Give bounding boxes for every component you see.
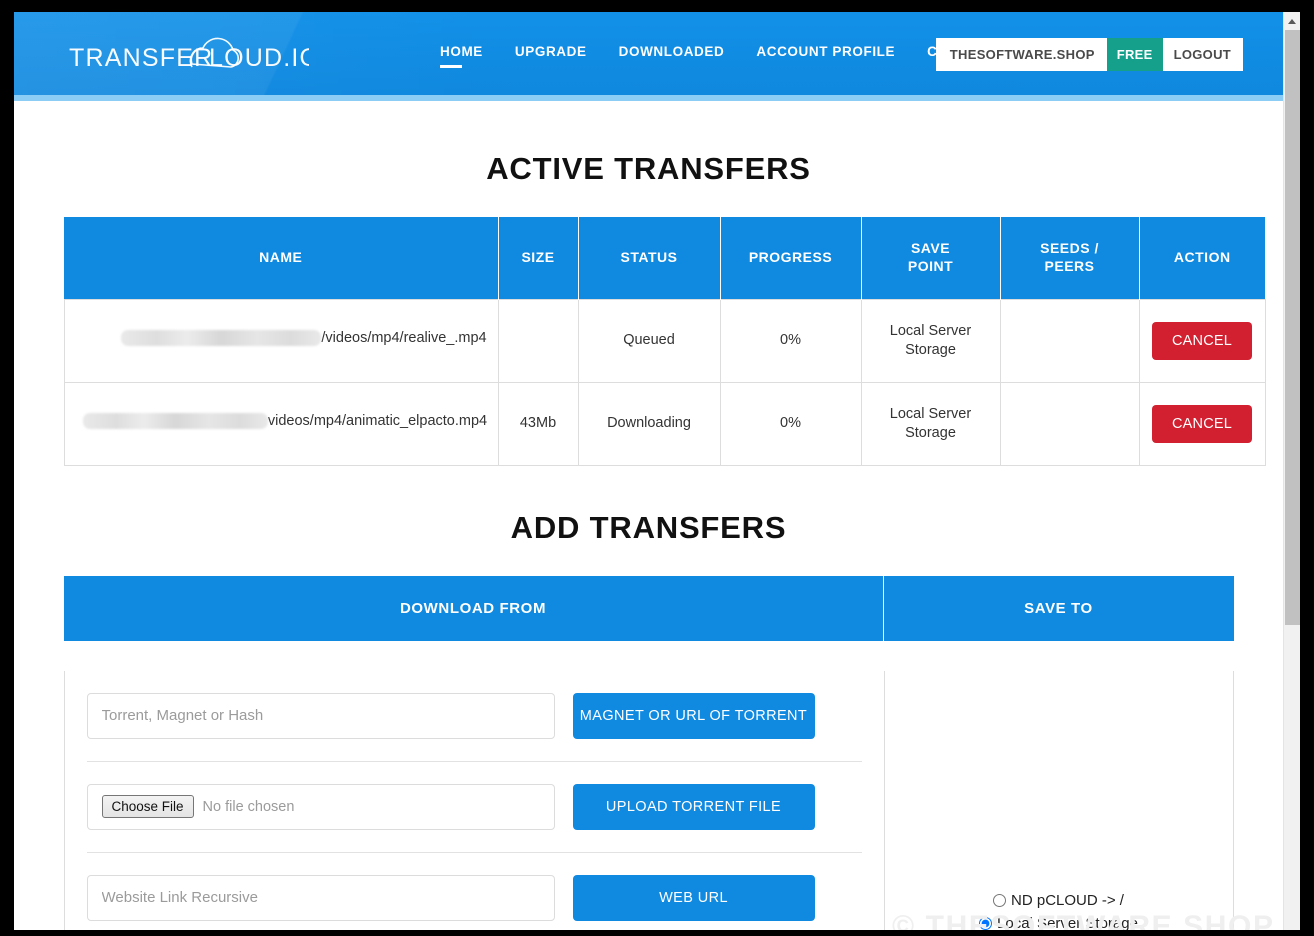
- table-row: /videos/mp4/realive_.mp4 Queued 0% Local…: [63, 298, 1266, 383]
- upload-torrent-button[interactable]: UPLOAD TORRENT FILE: [572, 783, 815, 830]
- cancel-button[interactable]: CANCEL: [1151, 404, 1253, 443]
- active-transfers-table-wrap: NAME SIZE STATUS PROGRESS SAVE POINT SEE…: [63, 217, 1266, 466]
- add-transfers-panel: MAGNET OR URL OF TORRENT Choose File No …: [63, 670, 1234, 931]
- header-accent-strip: [14, 95, 1283, 101]
- account-box: THESOFTWARE.SHOP FREE LOGOUT: [935, 38, 1243, 71]
- cell-seeds-peers: [999, 298, 1140, 383]
- browser-viewport: TRANSFER LOUD.IO HOME UPGRADE DOWNLOADED…: [14, 12, 1300, 930]
- cell-action: CANCEL: [1138, 298, 1266, 383]
- site-header: TRANSFER LOUD.IO HOME UPGRADE DOWNLOADED…: [14, 12, 1283, 95]
- website-link-input[interactable]: [86, 874, 555, 921]
- save-option-local-label: Local Server Storage: [997, 914, 1138, 931]
- redacted-path: [121, 330, 322, 347]
- transfer-name-visible: videos/mp4/animatic_elpacto.mp4: [267, 412, 488, 429]
- torrent-file-row: Choose File No file chosen UPLOAD TORREN…: [86, 762, 862, 853]
- cell-size: [497, 298, 579, 383]
- download-from-column: MAGNET OR URL OF TORRENT Choose File No …: [65, 670, 885, 931]
- save-point-line-2: POINT: [907, 257, 954, 274]
- save-to-options: ND pCLOUD -> / Local Server Storage: [885, 892, 1233, 931]
- nav-item-home[interactable]: HOME: [438, 44, 485, 71]
- cell-status: Downloading: [577, 381, 721, 466]
- seeds-peers-line-2: PEERS: [1044, 257, 1095, 274]
- cell-status: Queued: [577, 298, 721, 383]
- table-row: videos/mp4/animatic_elpacto.mp4 43Mb Dow…: [63, 381, 1266, 466]
- redacted-path: [82, 413, 268, 430]
- nav-item-downloaded[interactable]: DOWNLOADED: [617, 44, 727, 71]
- cell-save-point: Local Server Storage: [860, 298, 1001, 383]
- cell-progress: 0%: [719, 298, 862, 383]
- page-content: TRANSFER LOUD.IO HOME UPGRADE DOWNLOADED…: [14, 12, 1283, 930]
- cell-seeds-peers: [999, 381, 1140, 466]
- file-status-label: No file chosen: [202, 798, 295, 815]
- cell-action: CANCEL: [1138, 381, 1266, 466]
- active-transfers-title: ACTIVE TRANSFERS: [486, 151, 811, 186]
- magnet-submit-button[interactable]: MAGNET OR URL OF TORRENT: [572, 692, 815, 739]
- seeds-peers-line-1: SEEDS /: [1040, 240, 1099, 257]
- column-header-status: STATUS: [578, 217, 721, 299]
- save-option-local[interactable]: Local Server Storage: [979, 914, 1138, 931]
- choose-file-button[interactable]: Choose File: [101, 795, 194, 818]
- magnet-input[interactable]: [86, 692, 555, 739]
- add-transfers-panel-headers: DOWNLOAD FROM SAVE TO: [63, 575, 1234, 641]
- scrollbar-thumb[interactable]: [1285, 30, 1300, 625]
- magnet-row: MAGNET OR URL OF TORRENT: [86, 671, 862, 762]
- main-navigation: HOME UPGRADE DOWNLOADED ACCOUNT PROFILE …: [438, 44, 990, 71]
- account-name[interactable]: THESOFTWARE.SHOP: [936, 38, 1107, 71]
- save-option-pcloud-radio[interactable]: [993, 893, 1007, 907]
- cell-name: /videos/mp4/realive_.mp4: [63, 298, 499, 383]
- logout-button[interactable]: LOGOUT: [1163, 38, 1243, 71]
- save-option-pcloud-label: ND pCLOUD -> /: [1011, 891, 1124, 909]
- cancel-button[interactable]: CANCEL: [1151, 321, 1253, 360]
- download-from-header: DOWNLOAD FROM: [64, 575, 884, 641]
- table-header-row: NAME SIZE STATUS PROGRESS SAVE POINT SEE…: [64, 217, 1265, 299]
- web-url-submit-button[interactable]: WEB URL: [572, 874, 815, 921]
- save-option-pcloud[interactable]: ND pCLOUD -> /: [993, 892, 1124, 909]
- plan-badge[interactable]: FREE: [1106, 38, 1163, 71]
- column-header-action: ACTION: [1139, 217, 1265, 299]
- browser-frame: TRANSFER LOUD.IO HOME UPGRADE DOWNLOADED…: [0, 0, 1314, 936]
- vertical-scrollbar[interactable]: [1283, 12, 1300, 930]
- column-header-name: NAME: [64, 217, 499, 299]
- cell-name: videos/mp4/animatic_elpacto.mp4: [63, 381, 499, 466]
- transfer-name-visible: /videos/mp4/realive_.mp4: [321, 329, 487, 346]
- save-point-line-1: SAVE: [910, 240, 951, 257]
- file-input[interactable]: Choose File No file chosen: [86, 783, 555, 830]
- scroll-up-arrow-icon[interactable]: [1284, 12, 1300, 29]
- web-url-row: WEB URL: [86, 853, 862, 931]
- column-header-progress: PROGRESS: [720, 217, 862, 299]
- nav-item-upgrade[interactable]: UPGRADE: [513, 44, 589, 71]
- cell-save-point: Local Server Storage: [860, 381, 1001, 466]
- column-header-seeds-peers: SEEDS / PEERS: [1000, 217, 1140, 299]
- nav-item-account-profile[interactable]: ACCOUNT PROFILE: [754, 44, 897, 71]
- save-to-column: ND pCLOUD -> / Local Server Storage: [885, 671, 1233, 931]
- column-header-size: SIZE: [498, 217, 579, 299]
- cell-size: 43Mb: [497, 381, 579, 466]
- active-transfers-table: NAME SIZE STATUS PROGRESS SAVE POINT SEE…: [63, 217, 1266, 466]
- add-transfers-title: ADD TRANSFERS: [510, 509, 787, 545]
- column-header-save-point: SAVE POINT: [861, 217, 1001, 299]
- cell-progress: 0%: [719, 381, 862, 466]
- save-to-header: SAVE TO: [1024, 599, 1093, 617]
- svg-text:LOUD.IO: LOUD.IO: [209, 44, 309, 72]
- site-logo[interactable]: TRANSFER LOUD.IO: [69, 34, 309, 80]
- save-option-local-radio[interactable]: [979, 916, 993, 930]
